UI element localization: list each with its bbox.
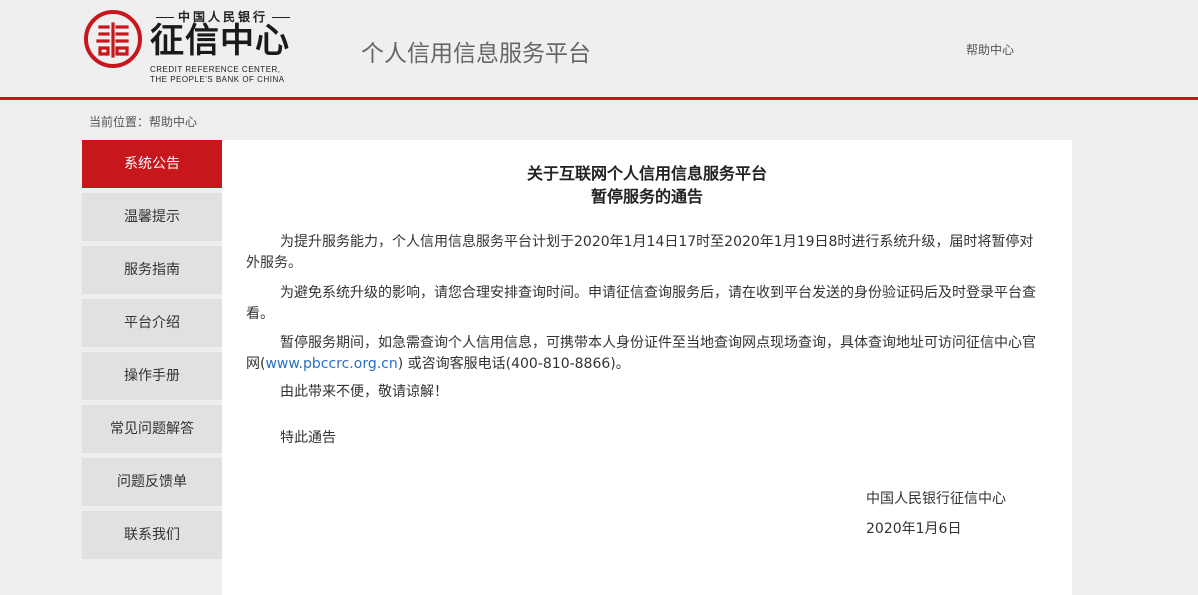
- signature-org: 中国人民银行征信中心: [866, 491, 1006, 507]
- sidebar-nav: 系统公告 温馨提示 服务指南 平台介绍 操作手册 常见问题解答 问题反馈单 联系…: [82, 140, 222, 564]
- sidebar-item-faq[interactable]: 常见问题解答: [82, 405, 222, 453]
- help-center-link[interactable]: 帮助中心: [966, 41, 1014, 58]
- site-title: 个人信用信息服务平台: [361, 40, 591, 66]
- signature-date: 2020年1月6日: [866, 521, 962, 537]
- sidebar-item-platform-intro[interactable]: 平台介绍: [82, 299, 222, 347]
- notice-paragraph: 特此通告: [280, 430, 336, 446]
- notice-paragraph: 暂停服务期间，如急需查询个人信用信息，可携带本人身份证件至当地查询网点现场查询，…: [246, 335, 1036, 372]
- sidebar-item-user-manual[interactable]: 操作手册: [82, 352, 222, 400]
- sidebar-item-service-guide[interactable]: 服务指南: [82, 246, 222, 294]
- sidebar-item-tips[interactable]: 温馨提示: [82, 193, 222, 241]
- site-header: 中国人民银行 征信中心 CREDIT REFERENCE CENTER, THE…: [0, 0, 1198, 100]
- notice-paragraph: 为避免系统升级的影响，请您合理安排查询时间。申请征信查询服务后，请在收到平台发送…: [246, 285, 1036, 322]
- notice-paragraph: 由此带来不便，敬请谅解！: [280, 384, 448, 400]
- seal-logo-icon: [84, 10, 142, 68]
- sidebar-item-feedback-form[interactable]: 问题反馈单: [82, 458, 222, 506]
- notice-title: 关于互联网个人信用信息服务平台 暂停服务的通告: [526, 164, 767, 206]
- breadcrumb: 当前位置：帮助中心: [89, 115, 198, 129]
- logo[interactable]: 中国人民银行 征信中心 CREDIT REFERENCE CENTER, THE…: [84, 6, 299, 86]
- sidebar-item-system-announcement[interactable]: 系统公告: [82, 140, 222, 188]
- logo-main-text: 征信中心: [150, 21, 290, 61]
- notice-paragraph: 为提升服务能力，个人信用信息服务平台计划于2020年1月14日17时至2020年…: [246, 234, 1034, 271]
- official-website-link[interactable]: www.pbccrc.org.cn: [265, 356, 397, 372]
- sidebar-item-contact-us[interactable]: 联系我们: [82, 511, 222, 559]
- logo-english-text: CREDIT REFERENCE CENTER, THE PEOPLE'S BA…: [150, 65, 285, 84]
- notice-panel: 关于互联网个人信用信息服务平台 暂停服务的通告 为提升服务能力，个人信用信息服务…: [222, 140, 1072, 595]
